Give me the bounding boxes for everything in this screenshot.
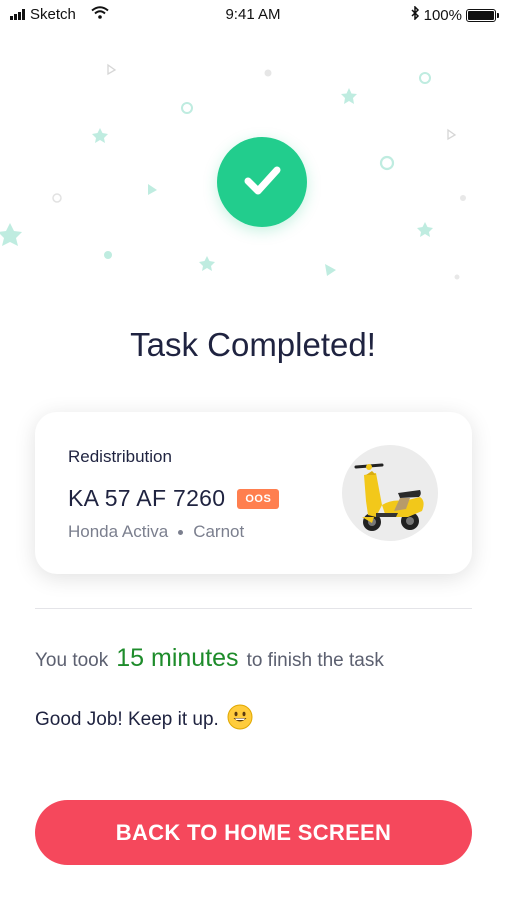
summary-prefix: You took — [35, 650, 109, 671]
praise-message: Good Job! Keep it up. — [35, 704, 253, 736]
praise-text: Good Job! Keep it up. — [35, 709, 219, 730]
vehicle-model: Honda Activa — [68, 522, 169, 541]
vehicle-avatar — [342, 445, 438, 541]
vehicle-location: Carnot — [193, 522, 245, 541]
success-badge — [217, 137, 307, 227]
task-card: Redistribution KA 57 AF 7260 OOS Honda A… — [35, 412, 472, 574]
vehicle-meta: Honda Activa Carnot — [68, 522, 244, 542]
divider — [35, 608, 472, 609]
separator-dot — [178, 529, 184, 535]
battery-percent: 100% — [423, 6, 462, 24]
summary-suffix: to finish the task — [246, 650, 384, 671]
page-title: Task Completed! — [130, 326, 376, 363]
back-to-home-button[interactable]: BACK TO HOME SCREEN — [35, 800, 472, 865]
status-badge: OOS — [237, 488, 280, 509]
vehicle-row: KA 57 AF 7260 OOS — [68, 485, 280, 512]
completion-summary: You took 15 minutes to finish the task — [35, 644, 384, 673]
task-type: Redistribution — [68, 447, 172, 466]
duration-value: 15 minutes — [116, 644, 239, 672]
status-bar: Sketch 9:41 AM 100% — [0, 0, 506, 30]
bluetooth-icon — [411, 5, 420, 24]
vehicle-plate: KA 57 AF 7260 — [68, 485, 226, 511]
scooter-icon — [342, 463, 438, 541]
grinning-face-icon — [227, 704, 253, 736]
status-right: 100% — [411, 5, 499, 24]
battery-icon — [466, 8, 499, 22]
checkmark-icon — [238, 156, 286, 209]
